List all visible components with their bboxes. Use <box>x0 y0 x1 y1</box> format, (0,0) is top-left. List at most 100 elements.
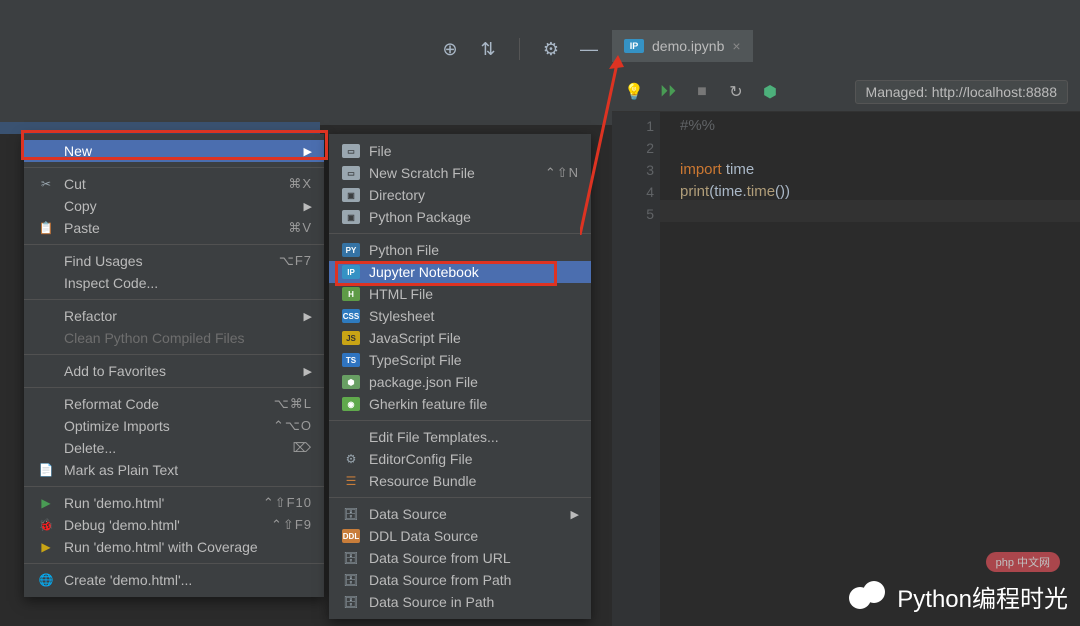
wechat-watermark: Python编程时光 <box>849 579 1068 614</box>
new-resource-bundle[interactable]: ☰Resource Bundle <box>329 470 591 492</box>
menu-separator <box>24 354 324 355</box>
folder-icon: ▣ <box>342 210 360 224</box>
menu-label: Directory <box>369 187 425 203</box>
new-datasource[interactable]: 🗄Data Source▶ <box>329 503 591 525</box>
new-ds-url[interactable]: 🗄Data Source from URL <box>329 547 591 569</box>
menu-cut[interactable]: ✂Cut⌘X <box>24 173 324 195</box>
new-html-file[interactable]: HHTML File <box>329 283 591 305</box>
tab-filename: demo.ipynb <box>652 38 724 54</box>
menu-create[interactable]: 🌐 Create 'demo.html'... <box>24 569 324 591</box>
menu-delete[interactable]: Delete...⌦ <box>24 437 324 459</box>
annotation-box-jupyter <box>335 261 557 286</box>
call-parens: () <box>775 183 785 200</box>
shortcut: ⌘V <box>288 220 312 236</box>
menu-run[interactable]: ▶ Run 'demo.html' ⌃⇧F10 <box>24 492 324 514</box>
menu-paste[interactable]: 📋Paste⌘V <box>24 217 324 239</box>
menu-label: package.json File <box>369 374 478 390</box>
menu-coverage[interactable]: ▶Run 'demo.html' with Coverage <box>24 536 324 558</box>
run-all-icon[interactable]: ⏵⏵ <box>658 82 678 102</box>
ipynb-icon: IP <box>624 39 644 53</box>
code-content[interactable]: #%% import time print(time.time()) <box>680 115 1080 203</box>
menu-separator <box>24 387 324 388</box>
stop-icon[interactable]: ■ <box>692 82 712 102</box>
new-pypackage[interactable]: ▣Python Package <box>329 206 591 228</box>
menu-label: Create 'demo.html'... <box>64 572 192 588</box>
gherkin-icon: ◉ <box>342 397 360 411</box>
shortcut: ⌃⇧F10 <box>263 495 312 511</box>
package-icon[interactable]: ⬢ <box>760 82 780 102</box>
menu-label: Inspect Code... <box>64 275 158 291</box>
step-icon[interactable]: ⇅ <box>477 38 499 60</box>
jupyter-toolbar: 💡 ⏵⏵ ■ ↻ ⬢ Managed: http://localhost:888… <box>612 72 1080 112</box>
css-icon: CSS <box>342 309 360 323</box>
menu-label: Clean Python Compiled Files <box>64 330 245 346</box>
shortcut: ⌃⇧N <box>545 165 579 181</box>
menu-label: Find Usages <box>64 253 143 269</box>
menu-label: Python File <box>369 242 439 258</box>
new-gherkin[interactable]: ◉ Gherkin feature file <box>329 393 591 415</box>
menu-label: Resource Bundle <box>369 473 476 489</box>
folder-icon: ▣ <box>342 188 360 202</box>
ddl-icon: DDL <box>342 529 360 543</box>
chevron-right-icon: ▶ <box>304 365 312 378</box>
shortcut: ⌥F7 <box>279 253 312 269</box>
cell-marker: #%% <box>680 117 715 134</box>
new-ds-frompath[interactable]: 🗄Data Source from Path <box>329 569 591 591</box>
new-directory[interactable]: ▣ Directory <box>329 184 591 206</box>
menu-optimize[interactable]: Optimize Imports ⌃⌥O <box>24 415 324 437</box>
text-icon: 📄 <box>36 462 56 478</box>
new-ts-file[interactable]: TS TypeScript File <box>329 349 591 371</box>
new-python-file[interactable]: PY Python File <box>329 239 591 261</box>
menu-clean-pyc: Clean Python Compiled Files <box>24 327 324 349</box>
menu-add-favorites[interactable]: Add to Favorites▶ <box>24 360 324 382</box>
globe-icon: 🌐 <box>36 572 56 588</box>
shortcut: ⌃⇧F9 <box>271 517 312 533</box>
menu-label: TypeScript File <box>369 352 462 368</box>
menu-reformat[interactable]: Reformat Code⌥⌘L <box>24 393 324 415</box>
menu-label: Stylesheet <box>369 308 434 324</box>
chevron-right-icon: ▶ <box>571 508 579 521</box>
cell-gutter-bg <box>660 200 1080 222</box>
new-ddl[interactable]: DDLDDL Data Source <box>329 525 591 547</box>
menu-plain-text[interactable]: 📄Mark as Plain Text <box>24 459 324 481</box>
menu-label: Run 'demo.html' <box>64 495 164 511</box>
new-editorconfig[interactable]: ⚙EditorConfig File <box>329 448 591 470</box>
new-ds-inpath[interactable]: 🗄Data Source in Path <box>329 591 591 613</box>
menu-inspect[interactable]: Inspect Code... <box>24 272 324 294</box>
close-icon[interactable]: × <box>732 38 740 54</box>
new-stylesheet[interactable]: CSS Stylesheet <box>329 305 591 327</box>
python-icon: PY <box>342 243 360 257</box>
chevron-right-icon: ▶ <box>304 310 312 323</box>
menu-refactor[interactable]: Refactor▶ <box>24 305 324 327</box>
shortcut: ⌃⌥O <box>273 418 312 434</box>
new-js-file[interactable]: JSJavaScript File <box>329 327 591 349</box>
menu-debug[interactable]: 🐞Debug 'demo.html'⌃⇧F9 <box>24 514 324 536</box>
new-scratch[interactable]: ▭New Scratch File⌃⇧N <box>329 162 591 184</box>
file-icon: ▭ <box>342 144 360 158</box>
menu-label: Paste <box>64 220 100 236</box>
new-packagejson[interactable]: ⬢package.json File <box>329 371 591 393</box>
gear-icon: ⚙ <box>341 451 361 467</box>
menu-find-usages[interactable]: Find Usages ⌥F7 <box>24 250 324 272</box>
managed-server[interactable]: Managed: http://localhost:8888 <box>855 80 1068 104</box>
new-file[interactable]: ▭ File <box>329 140 591 162</box>
menu-label: Delete... <box>64 440 116 456</box>
menu-label: Gherkin feature file <box>369 396 487 412</box>
new-edit-templates[interactable]: Edit File Templates... <box>329 426 591 448</box>
code-editor[interactable]: 1 2 3 4 5 #%% import time print(time.tim… <box>612 112 1080 626</box>
file-icon: ▭ <box>342 166 360 180</box>
menu-label: Edit File Templates... <box>369 429 499 445</box>
watermark-text: Python编程时光 <box>897 579 1068 614</box>
menu-label: Optimize Imports <box>64 418 170 434</box>
menu-label: Debug 'demo.html' <box>64 517 180 533</box>
ts-icon: TS <box>342 353 360 367</box>
crosshair-icon[interactable]: ⊕ <box>439 38 461 60</box>
database-icon: 🗄 <box>341 550 361 566</box>
restart-icon[interactable]: ↻ <box>726 82 746 102</box>
menu-label: HTML File <box>369 286 433 302</box>
run-icon: ▶ <box>36 495 56 511</box>
menu-label: File <box>369 143 392 159</box>
menu-copy[interactable]: Copy▶ <box>24 195 324 217</box>
gear-icon[interactable]: ⚙ <box>540 38 562 60</box>
database-icon: 🗄 <box>341 594 361 610</box>
